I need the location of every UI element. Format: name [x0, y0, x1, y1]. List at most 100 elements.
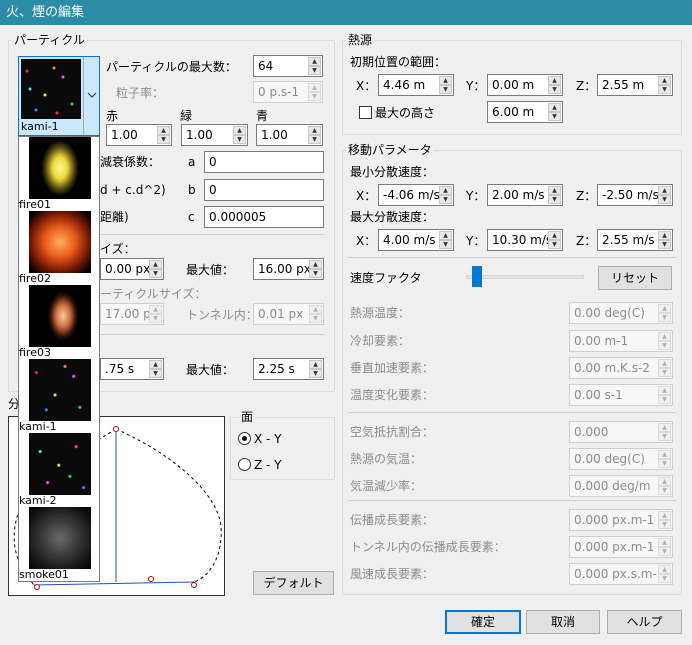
motion-param-label: 垂直加速要素： [350, 361, 435, 375]
max-speed-x-stepper[interactable]: 4.00 m/s ▲ ▼ [378, 229, 454, 251]
green-stepper[interactable]: 1.00 ▲ ▼ [181, 124, 248, 146]
distance-label: 距離) [100, 210, 129, 224]
default-button[interactable]: デフォルト [253, 571, 334, 595]
stepper-down-icon[interactable]: ▼ [308, 66, 321, 75]
life-max-label: 最大値： [186, 363, 235, 377]
dropdown-item-label: fire03 [19, 346, 51, 359]
motion-param-stepper: 0.00 m-1 ▲ ▼ [569, 330, 673, 352]
max-count-stepper[interactable]: 64 ▲ ▼ [253, 55, 323, 77]
blue-label: 青 [256, 109, 269, 123]
max-height-label: 最大の高さ [375, 106, 436, 120]
min-x-label: X： [356, 189, 377, 203]
divider [348, 412, 676, 413]
plane-group-title: 面 [239, 410, 256, 424]
motion-param-label: トンネル内の伝播成長要素： [350, 540, 506, 554]
max-x-label: X： [356, 234, 377, 248]
chevron-down-icon[interactable] [83, 57, 99, 135]
dropdown-item-fire03[interactable]: fire03 [19, 285, 99, 359]
max-speed-label: 最大分散速度： [350, 210, 435, 224]
plane-zy-label: Z - Y [254, 458, 282, 472]
dropdown-item-label: smoke01 [19, 568, 69, 581]
min-size-stepper[interactable]: 0.00 px ▲ ▼ [100, 258, 164, 280]
motion-param-stepper: 0.00 s-1 ▲ ▼ [569, 384, 673, 406]
motion-param-stepper: 0.000 px.m-1 ▲ ▼ [569, 509, 673, 531]
init-y-stepper[interactable]: 0.00 m ▲ ▼ [487, 74, 563, 96]
attenuation-a-field[interactable]: 0 [204, 151, 324, 173]
x-label: X： [356, 79, 377, 93]
attenuation-formula-label: d + c.d^2) [100, 183, 166, 197]
ok-button[interactable]: 確定 [445, 610, 521, 634]
divider [348, 500, 676, 501]
max-size-stepper[interactable]: 16.00 px ▲ ▼ [253, 258, 324, 280]
texture-combobox[interactable]: kami-1 [18, 56, 100, 136]
stepper-up-icon[interactable]: ▲ [308, 57, 321, 66]
fire01-thumbnail [29, 137, 91, 199]
min-speed-y-stepper[interactable]: 2.00 m/s ▲ ▼ [487, 184, 563, 206]
init-x-stepper[interactable]: 4.46 m ▲ ▼ [378, 74, 454, 96]
max-speed-y-stepper[interactable]: 10.30 m/s ▲ ▼ [487, 229, 563, 251]
dropdown-item-kami-1[interactable]: kami-1 [19, 359, 99, 433]
max-size-label: 最大値： [186, 263, 235, 277]
dropdown-item-fire02[interactable]: fire02 [19, 211, 99, 285]
life-max-stepper[interactable]: 2.25 s ▲ ▼ [253, 358, 324, 380]
max-height-checkbox[interactable] [359, 106, 372, 119]
init-z-stepper[interactable]: 2.55 m ▲ ▼ [597, 74, 673, 96]
motion-param-label: 伝播成長要素： [350, 513, 435, 527]
window-title-bar: 火、煙の編集 [0, 0, 692, 25]
dropdown-item-label: kami-2 [19, 494, 57, 507]
smoke01-thumbnail [29, 507, 91, 569]
motion-param-label: 気温減少率： [350, 479, 423, 493]
plane-xy-label: X - Y [254, 432, 282, 446]
attenuation-label: 減衰係数： [100, 155, 161, 169]
plane-xy-radio[interactable] [238, 432, 251, 445]
dropdown-item-smoke01[interactable]: smoke01 [19, 507, 99, 581]
help-button[interactable]: ヘルプ [607, 610, 682, 634]
divider [348, 257, 676, 258]
dropdown-item-fire01[interactable]: fire01 [19, 137, 99, 211]
y-label: Y： [466, 79, 486, 93]
divider [100, 334, 324, 335]
b-label: b [188, 183, 196, 197]
dropdown-item-label: fire02 [19, 272, 51, 285]
emit-rate-stepper: 0 p.s-1 ▲ ▼ [253, 81, 323, 103]
life-min-stepper[interactable]: .75 s ▲ ▼ [100, 358, 164, 380]
motion-param-stepper: 0.000 px.s.m-1 ▲ ▼ [569, 563, 673, 585]
attenuation-c-field[interactable]: 0.000005 [204, 206, 324, 228]
motion-param-label: 温度変化要素： [350, 388, 435, 402]
motion-param-stepper: 0.000 px.m-1 ▲ ▼ [569, 536, 673, 558]
motion-param-label: 風速成長要素： [350, 567, 435, 581]
kami-2-thumbnail [29, 433, 91, 495]
tunnel-size-stepper: 17.00 px ▲ ▼ [100, 303, 164, 325]
reset-button[interactable]: リセット [598, 266, 672, 290]
blue-stepper[interactable]: 1.00 ▲ ▼ [256, 124, 323, 146]
motion-param-label: 熱源温度： [350, 306, 411, 320]
tunnel-in-stepper: 0.01 px ▲ ▼ [253, 303, 324, 325]
cancel-button[interactable]: 取消 [526, 610, 600, 634]
max-count-label: パーティクルの最大数： [106, 60, 237, 74]
emit-rate-label: 粒子率： [116, 86, 165, 100]
speed-factor-slider[interactable] [466, 266, 584, 288]
dropdown-item-kami-2[interactable]: kami-2 [19, 433, 99, 507]
red-stepper[interactable]: 1.00 ▲ ▼ [106, 124, 172, 146]
c-label: c [188, 210, 195, 224]
heat-source-title: 熱源 [346, 33, 375, 47]
init-range-label: 初期位置の範囲： [350, 55, 447, 69]
size-label: イズ： [100, 242, 136, 256]
max-speed-z-stepper[interactable]: 2.55 m/s ▲ ▼ [597, 229, 673, 251]
texture-dropdown-list: fire01 fire02 fire03 kami-1 kami-2 smoke… [18, 136, 100, 582]
red-label: 赤 [106, 109, 119, 123]
dropdown-item-label: fire01 [19, 198, 51, 211]
max-height-stepper[interactable]: 6.00 m ▲ ▼ [487, 101, 563, 123]
fire02-thumbnail [29, 211, 91, 273]
slider-thumb[interactable] [472, 266, 482, 287]
window-title: 火、煙の編集 [6, 5, 85, 20]
min-speed-z-stepper[interactable]: -2.50 m/s ▲ ▼ [597, 184, 673, 206]
motion-param-label: 空気抵抗割合： [350, 425, 435, 439]
motion-param-stepper: 0.00 deg(C) ▲ ▼ [569, 448, 673, 470]
min-speed-x-stepper[interactable]: -4.06 m/s ▲ ▼ [378, 184, 454, 206]
plane-zy-radio[interactable] [238, 458, 251, 471]
attenuation-b-field[interactable]: 0 [204, 179, 324, 201]
particle-group-title: パーティクル [12, 33, 87, 47]
green-label: 緑 [180, 109, 193, 123]
tunnel-size-label: ーティクルサイズ： [100, 287, 207, 301]
